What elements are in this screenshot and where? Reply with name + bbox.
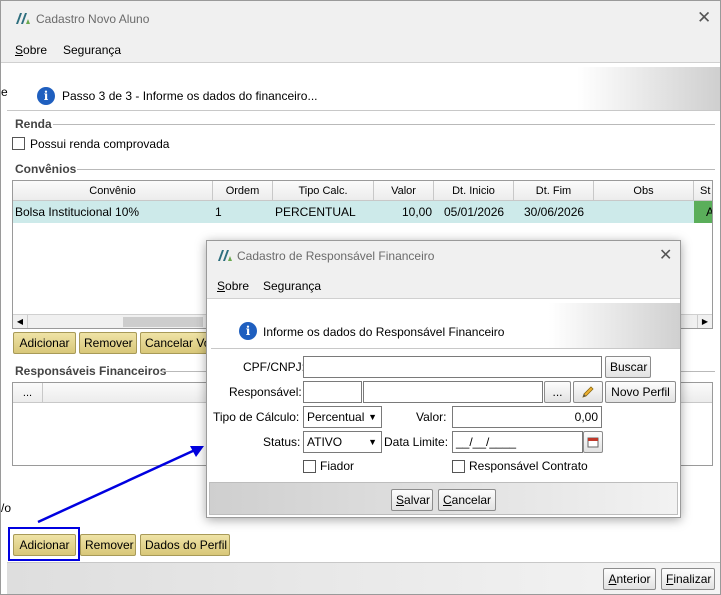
tipo-calculo-label: Tipo de Cálculo: — [213, 410, 300, 424]
dialog-title: Cadastro de Responsável Financeiro — [237, 249, 435, 263]
dialog-info-icon: i — [239, 322, 257, 340]
chevron-down-icon: ▼ — [368, 437, 377, 447]
status-label: Status: — [263, 435, 301, 449]
fiador-label: Fiador — [320, 459, 355, 473]
tipo-calculo-value: Percentual — [307, 410, 365, 424]
data-limite-label: Data Limite: — [384, 435, 449, 449]
cpf-input[interactable] — [303, 356, 602, 378]
chevron-down-icon: ▼ — [368, 412, 377, 422]
responsavel-contrato-checkbox[interactable] — [452, 460, 465, 473]
responsavel-code-input[interactable] — [303, 381, 362, 403]
dialog-menu-sobre[interactable]: Sobre — [217, 279, 249, 293]
tipo-calculo-select[interactable]: Percentual ▼ — [303, 406, 382, 428]
dialog-menu-bar: Sobre Segurança — [207, 271, 680, 299]
dialog-title-bar: Cadastro de Responsável Financeiro ✕ — [207, 241, 680, 271]
dialog-banner-text: Informe os dados do Responsável Financei… — [263, 325, 505, 339]
responsavel-dialog: Cadastro de Responsável Financeiro ✕ Sob… — [206, 240, 681, 518]
novo-perfil-button[interactable]: Novo Perfil — [605, 381, 676, 403]
calendar-button[interactable] — [583, 431, 603, 453]
responsavel-lookup-button[interactable]: ... — [544, 381, 571, 403]
fiador-checkbox[interactable] — [303, 460, 316, 473]
valor-label: Valor: — [416, 410, 447, 424]
edit-responsavel-button[interactable] — [573, 381, 603, 403]
calendar-icon — [587, 437, 599, 448]
status-select[interactable]: ATIVO ▼ — [303, 431, 382, 453]
dialog-logo-icon — [218, 250, 232, 261]
responsavel-label: Responsável: — [229, 385, 302, 399]
data-limite-input[interactable]: __/__/____ — [452, 431, 583, 453]
status-value: ATIVO — [307, 435, 343, 449]
responsavel-name-input[interactable] — [363, 381, 543, 403]
dialog-close-icon[interactable]: ✕ — [659, 245, 672, 265]
buscar-button[interactable]: Buscar — [605, 356, 651, 378]
valor-input[interactable]: 0,00 — [452, 406, 602, 428]
dialog-banner: i Informe os dados do Responsável Financ… — [211, 303, 680, 349]
dialog-menu-seguranca[interactable]: Segurança — [263, 279, 321, 293]
cpf-label: CPF/CNPJ: — [243, 360, 306, 374]
salvar-button[interactable]: Salvar — [391, 489, 433, 511]
responsavel-contrato-label: Responsável Contrato — [469, 459, 588, 473]
pencil-icon — [582, 386, 594, 398]
cancelar-button[interactable]: Cancelar — [438, 489, 496, 511]
